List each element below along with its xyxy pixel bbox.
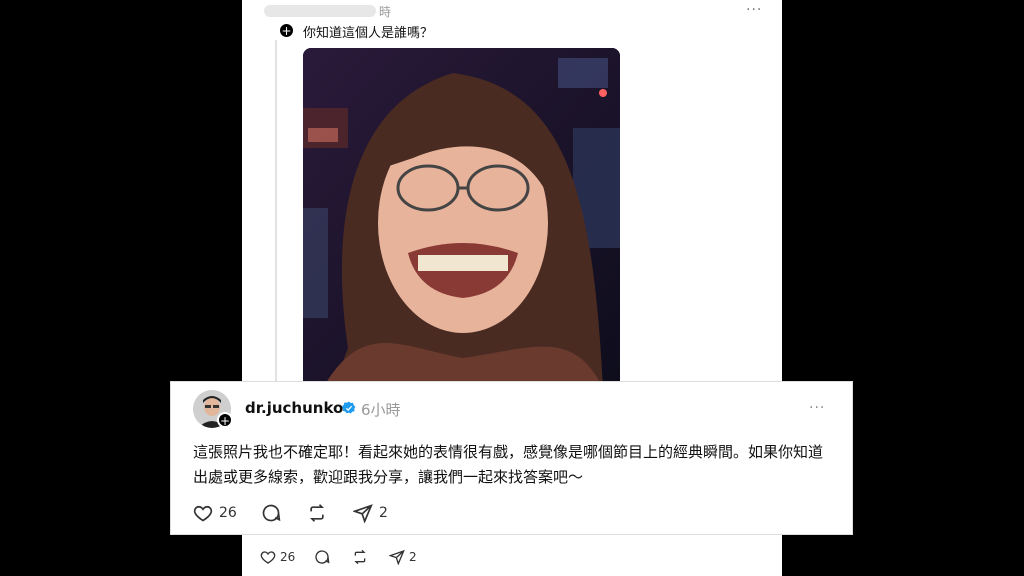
like-count: 26 bbox=[280, 550, 296, 564]
share-count: 2 bbox=[409, 550, 417, 564]
share-icon bbox=[389, 549, 405, 565]
post-time: 6小時 bbox=[361, 401, 401, 419]
comment-button[interactable] bbox=[261, 503, 281, 523]
more-options-icon[interactable]: ··· bbox=[809, 400, 825, 416]
follow-plus-icon[interactable]: + bbox=[217, 412, 233, 428]
share-icon bbox=[353, 504, 373, 523]
username[interactable]: dr.juchunko bbox=[245, 399, 343, 417]
comment-icon bbox=[262, 504, 281, 522]
share-count: 2 bbox=[379, 505, 388, 521]
comment-button[interactable] bbox=[314, 549, 330, 565]
reply-action-bar: 26 2 bbox=[193, 503, 493, 527]
heart-icon bbox=[193, 505, 213, 522]
reply-text: 這張照片我也不確定耶！看起來她的表情很有戲，感覺像是哪個節目上的經典瞬間。如果你… bbox=[193, 443, 824, 486]
post-time: 時 bbox=[379, 5, 392, 19]
post-image[interactable] bbox=[303, 48, 620, 388]
like-button[interactable]: 26 bbox=[193, 503, 237, 523]
comment-icon bbox=[315, 550, 330, 564]
bottom-action-bar: 26 2 bbox=[242, 540, 782, 576]
share-button[interactable]: 2 bbox=[389, 549, 417, 565]
like-count: 26 bbox=[219, 505, 237, 521]
post-text: 你知道這個人是誰嗎？ bbox=[303, 26, 434, 41]
thread-line bbox=[275, 40, 277, 385]
verified-icon bbox=[342, 401, 356, 414]
blurred-username bbox=[264, 5, 376, 17]
repost-button[interactable] bbox=[307, 503, 327, 523]
reply-card: + dr.juchunko 6小時 ··· 這張照片我也不確定耶！看起來她的表情… bbox=[171, 382, 852, 534]
plus-icon[interactable]: + bbox=[279, 23, 294, 38]
repost-icon bbox=[309, 504, 325, 522]
share-button[interactable]: 2 bbox=[353, 503, 388, 523]
like-button[interactable]: 26 bbox=[260, 549, 295, 565]
heart-icon bbox=[260, 551, 276, 564]
repost-icon bbox=[354, 549, 366, 565]
original-post: 時 ··· + 你知道這個人是誰嗎？ bbox=[242, 0, 782, 390]
more-options-icon[interactable]: ··· bbox=[746, 2, 762, 18]
repost-button[interactable] bbox=[352, 549, 368, 565]
